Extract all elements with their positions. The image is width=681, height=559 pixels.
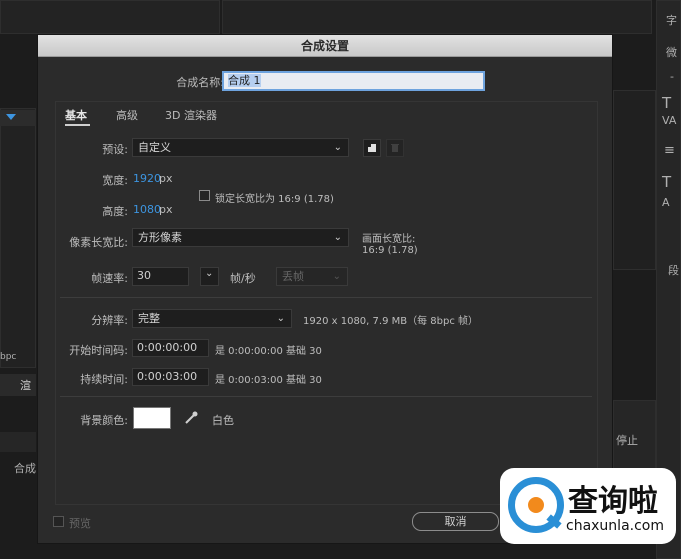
bg-top-left-panel <box>0 0 220 34</box>
bg-comp-label: 合成 <box>14 462 36 475</box>
chevron-down-icon: ⌄ <box>205 268 214 279</box>
frame-aspect-label: 画面长宽比: <box>362 234 416 245</box>
bg-color-swatch[interactable] <box>133 407 171 429</box>
vertical-scale-icon: T <box>662 173 672 191</box>
drop-frame-dropdown: 丢帧 ⌄ <box>276 267 348 286</box>
cancel-button[interactable]: 取消 <box>412 512 499 531</box>
duration-label: 持续时间: <box>80 373 128 386</box>
bg-stop-label: 停止 <box>616 434 638 447</box>
text-size-icon: T <box>662 94 672 112</box>
bg-color-name: 白色 <box>212 414 234 427</box>
bg-dash-label: - <box>670 70 674 83</box>
lock-aspect-label: 锁定长宽比为 16:9 (1.78) <box>215 194 334 205</box>
start-timecode-value: 0:00:00:00 <box>137 341 198 354</box>
tracking-icon: VA <box>662 114 677 127</box>
active-tab-indicator <box>65 124 90 126</box>
watermark-cn-text: 查询啦 <box>568 484 658 519</box>
divider <box>60 297 592 298</box>
chaxunla-logo-icon <box>508 477 564 533</box>
lock-aspect-checkbox[interactable] <box>199 190 210 201</box>
tab-3d-renderer[interactable]: 3D 渲染器 <box>165 107 217 123</box>
bg-bpc-label: bpc <box>0 352 17 362</box>
duration-input[interactable]: 0:00:03:00 <box>132 368 209 386</box>
preset-dropdown[interactable]: 自定义 ⌄ <box>132 138 349 157</box>
comp-name-input[interactable]: 合成 1 <box>222 71 485 91</box>
start-timecode-input[interactable]: 0:00:00:00 <box>132 339 209 357</box>
frame-rate-dropdown[interactable]: ⌄ <box>200 267 219 286</box>
duration-info: 是 0:00:03:00 基础 30 <box>215 375 322 386</box>
frame-rate-input[interactable]: 30 <box>132 267 189 286</box>
frame-rate-value: 30 <box>137 269 151 282</box>
trash-icon[interactable] <box>386 139 404 157</box>
pixel-aspect-value: 方形像素 <box>138 231 182 244</box>
frame-aspect-value: 16:9 (1.78) <box>362 245 418 256</box>
blue-triangle-icon <box>6 114 16 120</box>
resolution-info: 1920 x 1080, 7.9 MB（每 8bpc 帧） <box>303 316 479 327</box>
settings-tab-panel <box>55 101 598 505</box>
width-label: 宽度: <box>102 174 128 187</box>
drop-frame-value: 丢帧 <box>282 270 304 283</box>
new-preset-icon[interactable] <box>363 139 381 157</box>
dialog-title: 合成设置 <box>38 35 612 57</box>
duration-value: 0:00:03:00 <box>137 370 198 383</box>
resolution-value: 完整 <box>138 312 160 325</box>
chevron-down-icon: ⌄ <box>333 232 342 243</box>
bg-color-label: 背景颜色: <box>80 414 128 427</box>
preset-value: 自定义 <box>138 141 171 154</box>
height-value[interactable]: 1080 <box>133 203 161 216</box>
baseline-icon: A <box>662 196 670 209</box>
chevron-down-icon: ⌄ <box>276 313 285 324</box>
resolution-dropdown[interactable]: 完整 ⌄ <box>132 309 292 328</box>
bg-left-panel <box>0 108 36 368</box>
preview-label: 预览 <box>69 517 91 530</box>
bg-paragraph-label: 段 <box>668 264 679 277</box>
divider <box>60 396 592 397</box>
bg-left-row <box>0 432 36 452</box>
watermark-en-text: chaxunla.com <box>566 518 664 534</box>
preview-checkbox[interactable] <box>53 516 64 527</box>
comp-name-value: 合成 1 <box>228 74 261 87</box>
pixel-aspect-label: 像素长宽比: <box>69 236 128 249</box>
pixel-aspect-dropdown[interactable]: 方形像素 ⌄ <box>132 228 349 247</box>
comp-name-label: 合成名称: <box>176 76 224 89</box>
tab-advanced[interactable]: 高级 <box>116 107 138 123</box>
start-timecode-label: 开始时间码: <box>69 344 128 357</box>
menu-lines-icon: ≡ <box>664 143 675 158</box>
width-value[interactable]: 1920 <box>133 172 161 185</box>
width-unit: px <box>159 172 173 185</box>
bg-top-right-panel <box>222 0 652 34</box>
chevron-down-icon: ⌄ <box>332 271 341 282</box>
tab-basic[interactable]: 基本 <box>65 107 87 123</box>
frame-rate-label: 帧速率: <box>91 272 128 285</box>
frame-rate-unit: 帧/秒 <box>230 272 256 285</box>
height-unit: px <box>159 203 173 216</box>
preset-label: 预设: <box>102 143 128 156</box>
bg-font-style-label: 微 <box>666 46 677 59</box>
bg-render-tab-label: 渲 <box>20 379 31 392</box>
eyedropper-icon[interactable] <box>182 409 200 427</box>
resolution-label: 分辨率: <box>91 314 128 327</box>
chevron-down-icon: ⌄ <box>333 142 342 153</box>
bg-char-label: 字 <box>666 14 677 27</box>
start-timecode-info: 是 0:00:00:00 基础 30 <box>215 346 322 357</box>
height-label: 高度: <box>102 205 128 218</box>
bg-right-mid-panel <box>613 90 656 270</box>
chaxunla-watermark: 查询啦 chaxunla.com <box>500 468 676 544</box>
